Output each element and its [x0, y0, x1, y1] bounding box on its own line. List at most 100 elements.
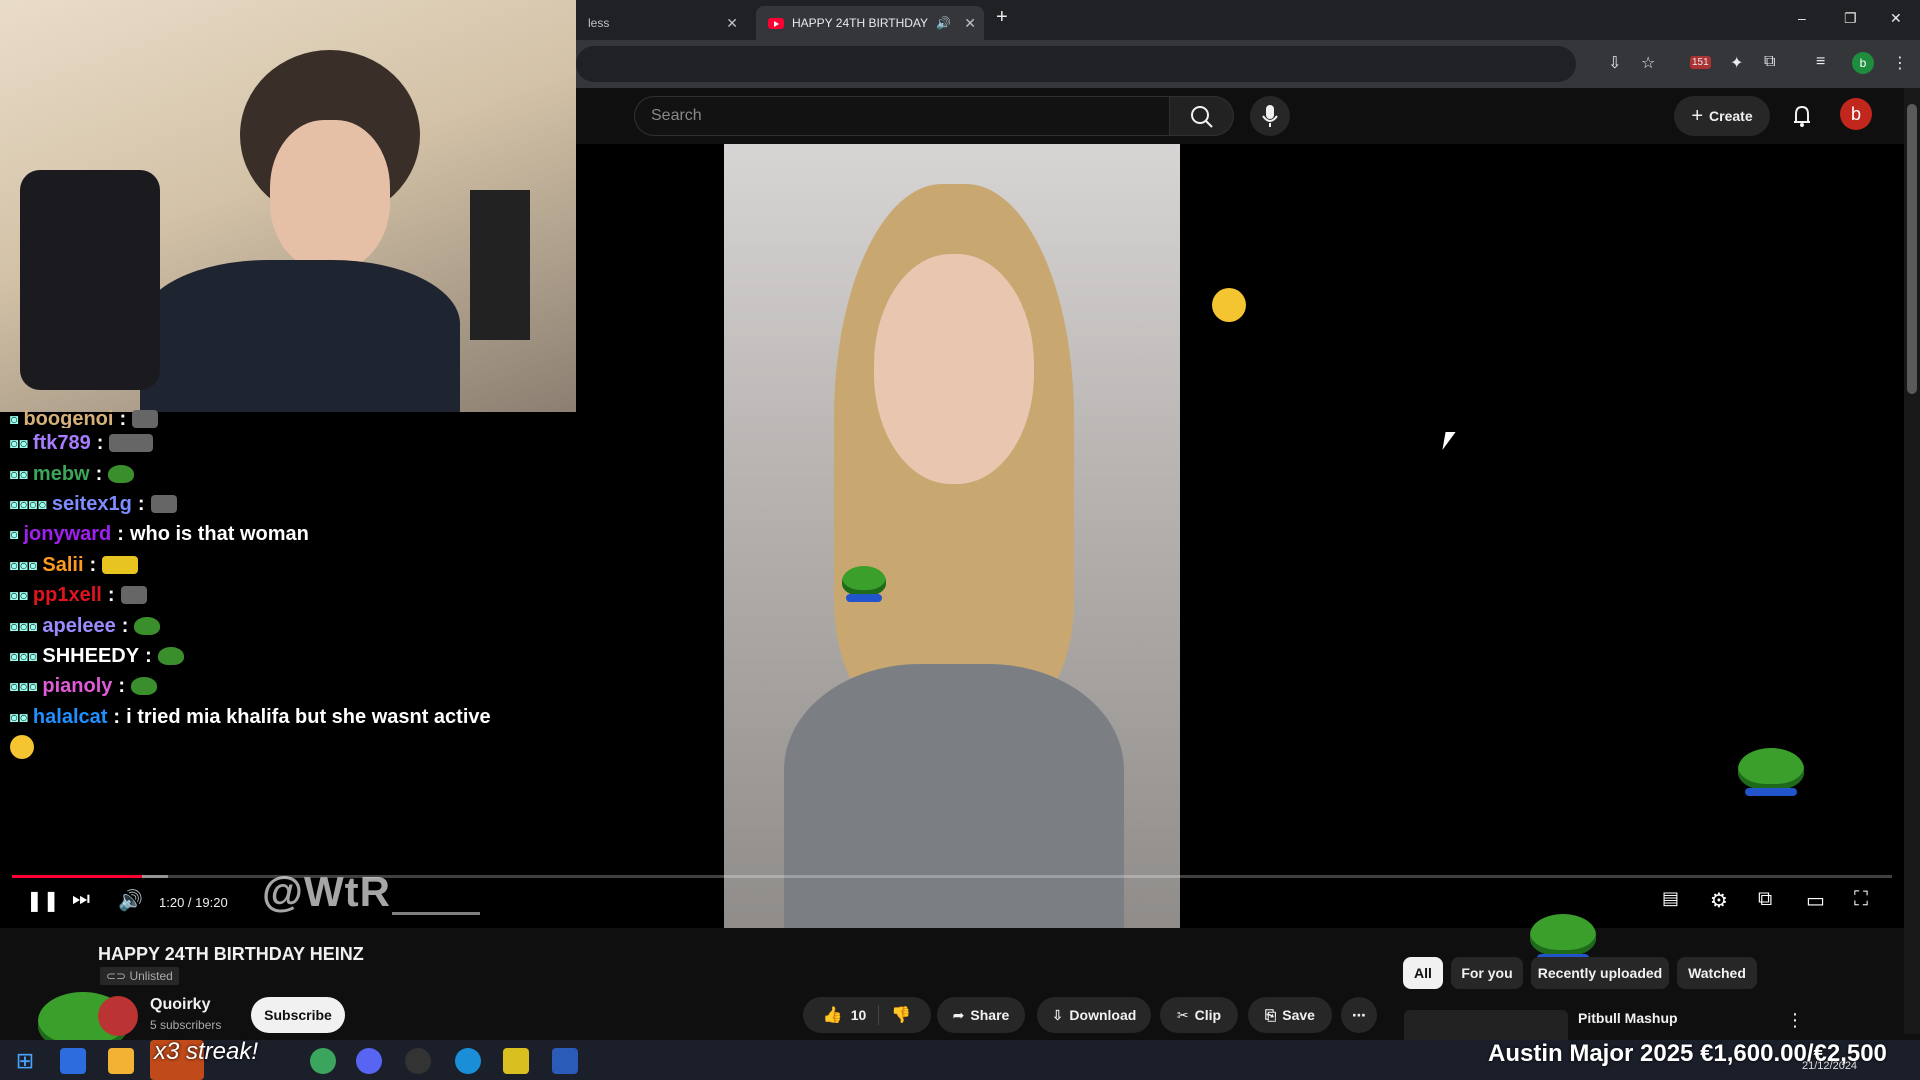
dislike-button[interactable]: 👎: [879, 1005, 911, 1025]
subtitles-button[interactable]: ▤: [1662, 888, 1679, 909]
puzzle-extensions-icon[interactable]: ⧉: [1764, 53, 1775, 71]
notifications-bell-icon[interactable]: [1786, 100, 1818, 132]
miniplayer-button[interactable]: ⧉: [1758, 888, 1772, 911]
fullscreen-button[interactable]: ⛶: [1854, 888, 1868, 911]
chat-username: pp1xell: [32, 584, 102, 607]
media-control-icon[interactable]: ≡: [1816, 53, 1825, 71]
next-video-button[interactable]: ⏭: [72, 888, 90, 911]
chat-username: seitex1g: [51, 492, 132, 515]
download-icon: ⇩: [1051, 1006, 1064, 1023]
browser-menu-icon[interactable]: ⋮: [1892, 53, 1908, 73]
frog-emote: [134, 616, 161, 635]
save-button[interactable]: ⎘ Save: [1248, 997, 1332, 1033]
stream-watermark: @WtR: [262, 868, 391, 915]
chat-username: SHHEEDY: [42, 644, 140, 667]
extension-badge-icon[interactable]: 151: [1690, 56, 1711, 69]
obs-icon[interactable]: [405, 1048, 431, 1074]
chip-all[interactable]: All: [1403, 957, 1443, 989]
account-avatar[interactable]: b: [1840, 98, 1872, 130]
share-label: Share: [970, 1007, 1010, 1023]
chat-message: ◙◙◙ Salii:: [0, 550, 590, 580]
search-input[interactable]: [635, 97, 1167, 135]
chat-badges: ◙◙: [10, 708, 29, 725]
recommendation-thumbnail[interactable]: [1404, 1010, 1568, 1040]
frog-emote: [842, 566, 886, 602]
taskbar-app-icon[interactable]: [503, 1048, 529, 1074]
link-icon: ⊂⊃: [106, 969, 127, 983]
chat-badges: ◙◙◙: [10, 647, 39, 664]
chat-text: who is that woman: [129, 523, 309, 546]
settings-gear-icon[interactable]: ⚙: [1710, 888, 1728, 913]
chat-username: halalcat: [32, 705, 108, 728]
plus-icon: +: [1691, 104, 1704, 127]
new-tab-button[interactable]: +: [996, 6, 1008, 29]
minimize-button[interactable]: –: [1798, 10, 1806, 26]
search-box: [634, 96, 1170, 136]
taskbar-app-icon[interactable]: [552, 1048, 578, 1074]
like-count: 10: [850, 1007, 867, 1023]
chat-badges: ◙◙: [10, 435, 29, 452]
share-button[interactable]: ➦ Share: [937, 997, 1025, 1033]
restore-button[interactable]: ❐: [1844, 10, 1857, 27]
download-label: Download: [1069, 1007, 1137, 1023]
chat-emote: [109, 434, 154, 453]
chrome-icon[interactable]: [310, 1048, 336, 1074]
voice-search-button[interactable]: [1250, 96, 1290, 136]
visibility-label: Unlisted: [129, 969, 173, 983]
more-actions-button[interactable]: ⋯: [1341, 997, 1377, 1033]
taskbar-app-icon[interactable]: [455, 1048, 481, 1074]
file-explorer-icon[interactable]: [108, 1048, 134, 1074]
bookmark-star-icon[interactable]: ☆: [1641, 53, 1655, 73]
chat-message: ◙◙◙◙ seitex1g:: [0, 489, 590, 519]
thumbs-down-icon: 👎: [891, 1007, 912, 1024]
browser-tab[interactable]: less ✕: [576, 6, 746, 40]
close-tab-icon[interactable]: ✕: [964, 15, 976, 32]
chip-recently-uploaded[interactable]: Recently uploaded: [1531, 957, 1669, 989]
frog-emote: [131, 677, 158, 696]
extension-icon[interactable]: ✦: [1730, 53, 1743, 73]
scrollbar-thumb[interactable]: [1907, 104, 1917, 394]
clip-button[interactable]: ✂ Clip: [1160, 997, 1238, 1033]
chat-badges: ◙◙◙: [10, 556, 39, 573]
speaker-icon[interactable]: 🔊: [936, 16, 951, 30]
chat-message: ◙◙ halalcat: i tried mia khalifa but she…: [0, 702, 590, 732]
frog-emote: [108, 464, 135, 483]
video-title: HAPPY 24TH BIRTHDAY HEINZ: [98, 944, 364, 964]
address-bar[interactable]: [576, 46, 1576, 82]
save-label: Save: [1282, 1007, 1315, 1023]
pause-button[interactable]: ❚❚: [26, 888, 60, 913]
recommendation-menu-icon[interactable]: ⋮: [1786, 1010, 1804, 1031]
grin-emote: [1212, 288, 1246, 322]
channel-name[interactable]: Quoirky: [150, 996, 210, 1014]
chat-badges: ◙◙: [10, 465, 29, 482]
chip-watched[interactable]: Watched: [1677, 957, 1757, 989]
install-app-icon[interactable]: ⇩: [1608, 53, 1621, 73]
discord-icon[interactable]: [356, 1048, 382, 1074]
chat-text: i tried mia khalifa but she wasnt active: [126, 705, 491, 728]
recommendation-title[interactable]: Pitbull Mashup: [1578, 1010, 1678, 1026]
search-button[interactable]: [1170, 96, 1234, 136]
theater-mode-button[interactable]: ▭: [1806, 888, 1825, 913]
taskbar-app-icon[interactable]: [60, 1048, 86, 1074]
create-button[interactable]: + Create: [1674, 96, 1770, 136]
chat-badges: ◙: [10, 526, 20, 543]
like-button[interactable]: 👍 10: [823, 1005, 880, 1025]
close-window-button[interactable]: ✕: [1890, 10, 1902, 27]
unlisted-badge: ⊂⊃ Unlisted: [100, 967, 179, 985]
browser-profile-avatar[interactable]: b: [1852, 52, 1874, 74]
browser-tab-active[interactable]: HAPPY 24TH BIRTHDAY HEINZ 🔊 ✕: [756, 6, 984, 40]
chip-for-you[interactable]: For you: [1451, 957, 1523, 989]
chat-emote: [150, 494, 177, 513]
channel-avatar[interactable]: [98, 996, 138, 1036]
scissors-icon: ✂: [1176, 1006, 1189, 1023]
windows-start-icon[interactable]: ⊞: [12, 1048, 38, 1074]
volume-button[interactable]: 🔊: [118, 888, 143, 913]
close-tab-icon[interactable]: ✕: [726, 15, 738, 32]
download-button[interactable]: ⇩ Download: [1037, 997, 1151, 1033]
chat-emote: [102, 555, 139, 574]
chat-badges: ◙: [10, 411, 20, 427]
time-display: 1:20 / 19:20: [159, 895, 228, 910]
tab-title: less: [588, 16, 610, 30]
taskbar-date: 21/12/2024: [1802, 1060, 1858, 1072]
subscribe-button[interactable]: Subscribe: [251, 997, 345, 1033]
